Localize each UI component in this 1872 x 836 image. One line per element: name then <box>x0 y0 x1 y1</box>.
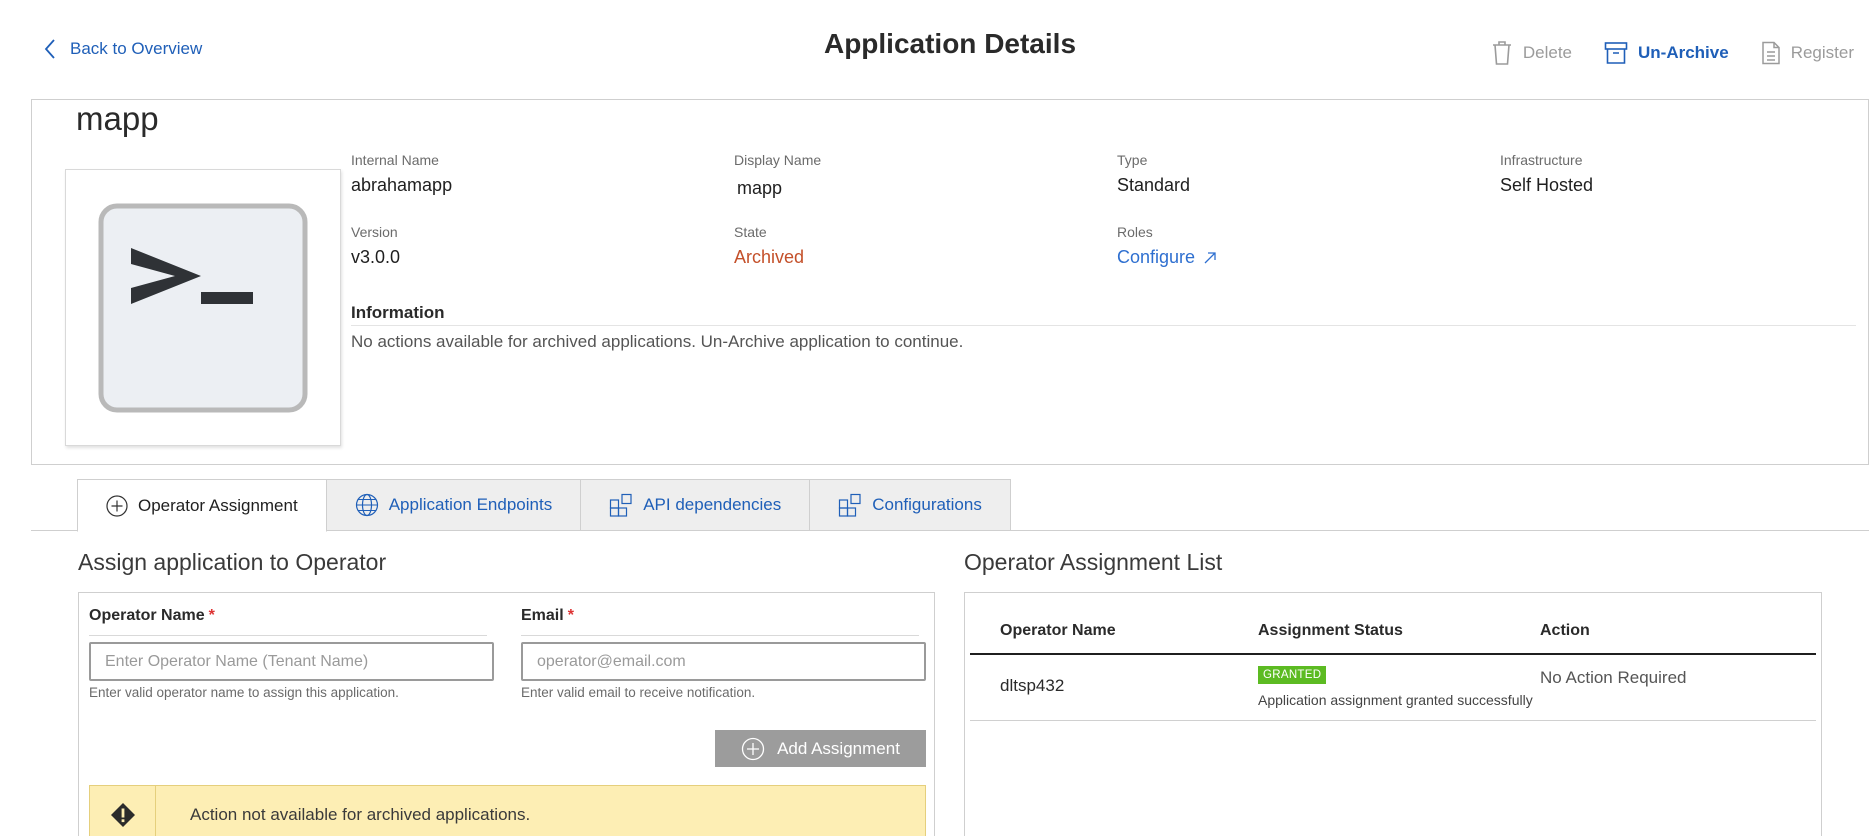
version-value: v3.0.0 <box>351 247 401 267</box>
tab-application-endpoints[interactable]: Application Endpoints <box>325 479 582 531</box>
version-label: Version <box>351 224 398 240</box>
type-value: Standard <box>1117 175 1191 195</box>
chevron-left-icon <box>44 39 55 59</box>
email-label-text: Email <box>521 607 564 624</box>
configure-roles-label: Configure <box>1117 247 1196 267</box>
assignment-list-title: Operator Assignment List <box>964 549 1223 575</box>
email-label-divider <box>521 635 919 636</box>
type-field: Type Standard <box>1117 152 1190 196</box>
roles-field: Roles Configure <box>1117 224 1217 268</box>
row-divider <box>970 720 1816 721</box>
infrastructure-value: Self Hosted <box>1500 175 1594 195</box>
globe-icon <box>355 493 378 517</box>
back-to-overview-link[interactable]: Back to Overview <box>44 38 202 60</box>
operator-label-divider <box>89 635 487 636</box>
assign-form: Operator Name* Enter valid operator name… <box>78 592 935 836</box>
tab-configurations-label: Configurations <box>872 495 982 514</box>
application-details-card: mapp Internal Name abrahamapp Display Na… <box>31 99 1869 465</box>
required-marker: * <box>208 607 215 624</box>
internal-name-label: Internal Name <box>351 152 439 168</box>
information-heading: Information <box>351 303 1856 326</box>
tab-api-dependencies[interactable]: API dependencies <box>580 479 811 531</box>
plus-circle-icon <box>106 494 128 517</box>
register-label: Register <box>1790 43 1854 62</box>
register-button[interactable]: Register <box>1761 41 1854 65</box>
email-label: Email * <box>521 607 574 625</box>
row-operator-name: dltsp432 <box>1000 676 1065 695</box>
type-label: Type <box>1117 152 1148 168</box>
display-name-label: Display Name <box>734 152 822 168</box>
header-actions: Delete Un-Archive Register <box>1491 40 1854 66</box>
application-name-heading: mapp <box>76 100 159 137</box>
state-label: State <box>734 224 767 240</box>
configure-roles-link[interactable]: Configure <box>1117 247 1217 268</box>
display-name-value: mapp <box>737 178 783 198</box>
add-assignment-button[interactable]: Add Assignment <box>715 730 926 767</box>
internal-name-value: abrahamapp <box>351 175 453 195</box>
terminal-prompt-icon <box>98 203 308 412</box>
assignment-list-table: Operator Name Assignment Status Action d… <box>964 592 1822 836</box>
blocks-icon <box>610 493 632 517</box>
un-archive-button[interactable]: Un-Archive <box>1604 41 1729 65</box>
display-name-field: Display Name mapp <box>734 152 821 199</box>
tab-configurations[interactable]: Configurations <box>809 479 1011 531</box>
operator-name-hint: Enter valid operator name to assign this… <box>89 685 399 700</box>
operator-name-label-text: Operator Name <box>89 607 205 624</box>
state-value: Archived <box>734 247 805 267</box>
column-header-operator-name: Operator Name <box>1000 622 1116 639</box>
required-marker: * <box>567 607 574 624</box>
internal-name-field: Internal Name abrahamapp <box>351 152 452 196</box>
document-icon <box>1761 41 1780 65</box>
add-assignment-label: Add Assignment <box>777 738 900 758</box>
column-header-assignment-status: Assignment Status <box>1258 622 1403 639</box>
row-action: No Action Required <box>1540 668 1687 687</box>
un-archive-label: Un-Archive <box>1638 43 1729 62</box>
version-field: Version v3.0.0 <box>351 224 400 268</box>
infrastructure-field: Infrastructure Self Hosted <box>1500 152 1593 196</box>
operator-name-input[interactable] <box>89 642 494 681</box>
assign-section-title: Assign application to Operator <box>78 549 387 575</box>
status-badge: GRANTED <box>1258 666 1327 684</box>
application-icon-frame <box>65 169 341 446</box>
tab-application-endpoints-label: Application Endpoints <box>388 495 553 514</box>
archived-warning-banner: Action not available for archived applic… <box>89 785 926 836</box>
top-bar: Back to Overview Application Details Del… <box>0 0 1872 96</box>
operator-name-label: Operator Name * <box>89 607 215 625</box>
delete-label: Delete <box>1522 43 1572 62</box>
blocks-icon <box>839 493 861 517</box>
email-hint: Enter valid email to receive notificatio… <box>521 685 756 700</box>
column-header-action: Action <box>1540 622 1590 639</box>
tab-bar: Operator Assignment Application Endpoint… <box>77 479 1011 532</box>
infrastructure-label: Infrastructure <box>1500 152 1583 168</box>
warning-text: Action not available for archived applic… <box>190 805 531 824</box>
tab-operator-assignment-label: Operator Assignment <box>138 495 298 515</box>
roles-label: Roles <box>1117 224 1153 240</box>
archive-box-icon <box>1604 42 1628 64</box>
warning-icon <box>90 786 156 836</box>
tab-operator-assignment[interactable]: Operator Assignment <box>77 479 327 532</box>
state-field: State Archived <box>734 224 804 268</box>
table-header-divider <box>970 653 1816 655</box>
external-link-icon <box>1204 251 1216 263</box>
trash-icon <box>1492 41 1511 65</box>
information-text: No actions available for archived applic… <box>351 332 964 351</box>
tab-api-dependencies-label: API dependencies <box>643 495 782 514</box>
row-status-text: Application assignment granted successfu… <box>1258 692 1533 708</box>
email-input[interactable] <box>521 642 926 681</box>
delete-button[interactable]: Delete <box>1491 40 1572 66</box>
back-to-overview-label: Back to Overview <box>70 39 203 58</box>
plus-circle-icon <box>741 737 765 760</box>
